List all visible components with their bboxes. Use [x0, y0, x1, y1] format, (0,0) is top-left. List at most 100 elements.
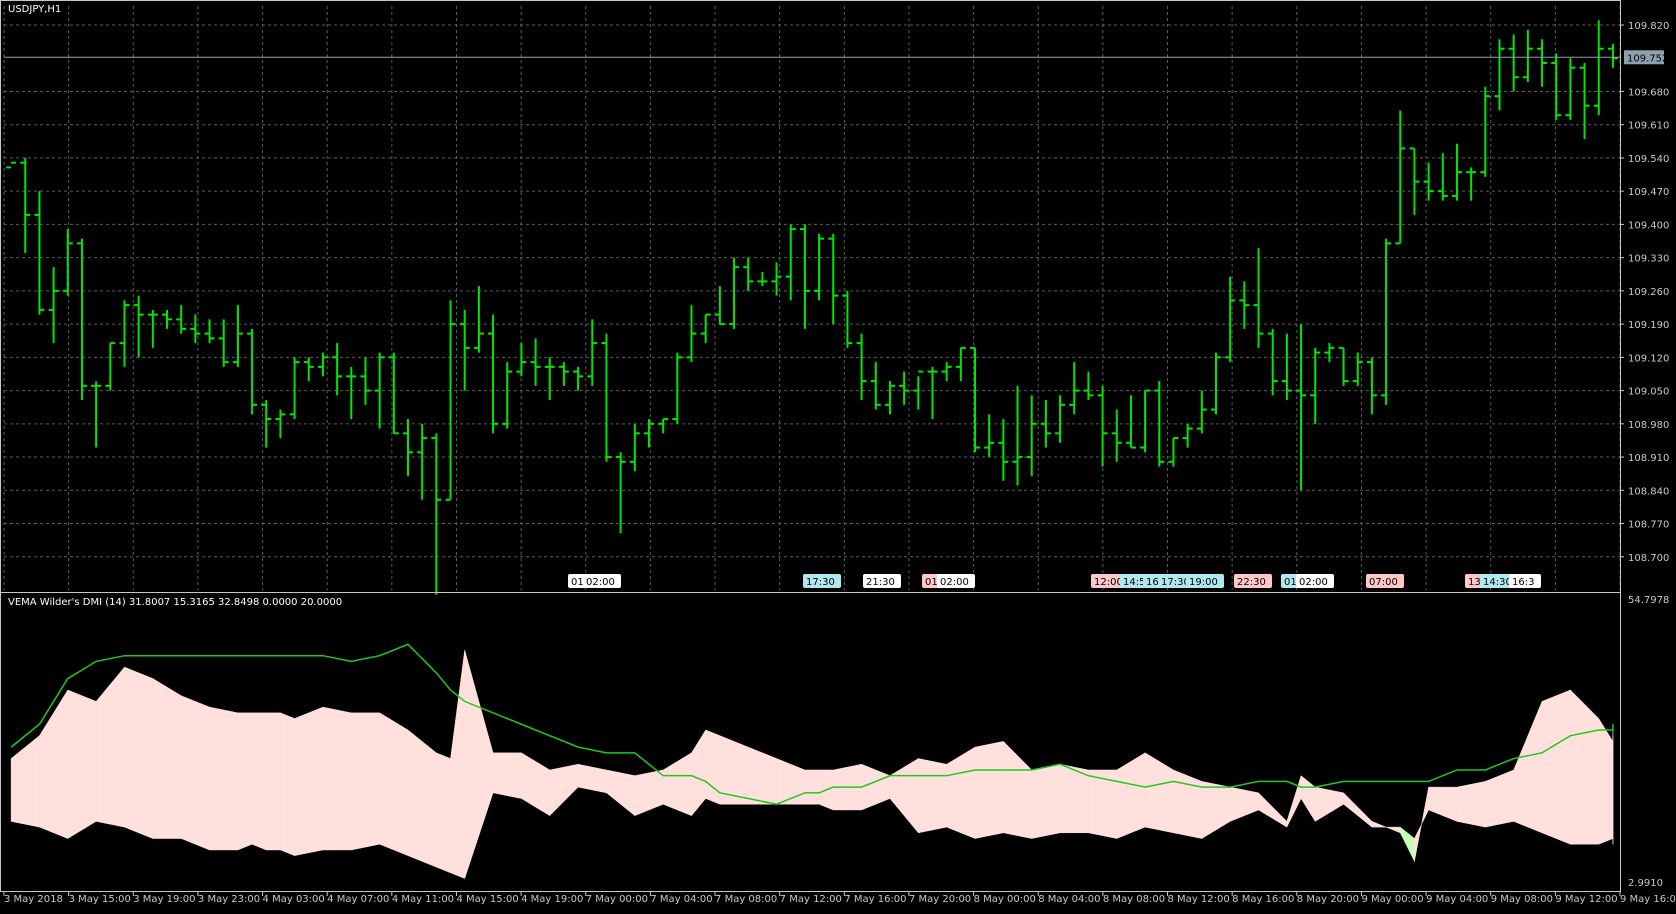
di-band [209, 706, 239, 851]
price-tick-label: 109.680 [1628, 87, 1669, 98]
time-tick-label: 8 May 16:00 [1232, 894, 1294, 905]
time-tick-label: 4 May 07:00 [327, 894, 389, 905]
di-band [294, 706, 324, 856]
marker-label: 14:30 [1483, 577, 1512, 588]
marker-label: 02:00 [1299, 577, 1328, 588]
time-tick-label: 9 May 08:00 [1491, 894, 1553, 905]
time-tick-label: 7 May 16:00 [844, 894, 906, 905]
marker-label: 22:30 [1237, 577, 1266, 588]
time-axis[interactable]: 3 May 2018 3 May 15:00 3 May 19:00 3 May 23… [3, 891, 1676, 905]
event-marker: 02:00 [583, 574, 621, 588]
di-band [1456, 781, 1486, 828]
time-tick-label: 7 May 00:00 [586, 894, 648, 905]
time-tick-label: 8 May 08:00 [1103, 894, 1165, 905]
symbol-label: USDJPY,H1 [8, 4, 62, 15]
time-tick-label: 9 May 00:00 [1361, 894, 1423, 905]
time-tick-label: 9 May 12:00 [1555, 894, 1617, 905]
time-tick-label: 4 May 15:00 [456, 894, 518, 905]
marker-label: 01 [925, 577, 938, 588]
chart-canvas[interactable]: 109.820 109.680 109.610 109.540 109.470 109.4… [0, 0, 1676, 910]
indicator-bottom-value: 2.9910 [1628, 878, 1663, 889]
time-tick-label: 4 May 11:00 [392, 894, 454, 905]
di-band [280, 712, 295, 857]
time-tick-label: 3 May 23:00 [198, 894, 260, 905]
event-marker: 22:30 [1234, 574, 1272, 588]
marker-label: 12:00 [1094, 577, 1123, 588]
price-tick-label: 108.910 [1628, 453, 1669, 464]
price-tick-label: 109.050 [1628, 387, 1669, 398]
marker-label: 19:00 [1189, 577, 1218, 588]
price-tick-label: 108.840 [1628, 486, 1669, 497]
time-tick-label: 3 May 15:00 [69, 894, 131, 905]
marker-label: 02:00 [586, 577, 615, 588]
di-band [1541, 689, 1571, 845]
di-band [974, 741, 1004, 839]
event-marker: 07:00 [1366, 574, 1404, 588]
marker-label: 16:3 [1512, 577, 1534, 588]
di-band [705, 729, 721, 805]
indicator-label: VEMA Wilder's DMI (14) 31.8007 15.3165 3… [8, 597, 343, 608]
di-band [180, 695, 210, 851]
time-tick-label: 3 May 19:00 [133, 894, 195, 905]
time-tick-label: 7 May 08:00 [715, 894, 777, 905]
price-tick-label: 109.330 [1628, 254, 1669, 265]
marker-label: 01 [571, 577, 584, 588]
di-band [407, 729, 437, 868]
di-band [804, 769, 820, 805]
di-band [237, 712, 253, 851]
marker-label: 07:00 [1369, 577, 1398, 588]
time-tick-label: 7 May 04:00 [650, 894, 712, 905]
price-tick-label: 109.260 [1628, 287, 1669, 298]
price-tick-label: 109.820 [1628, 21, 1669, 32]
di-band [1031, 763, 1061, 839]
price-tick-label: 109.120 [1628, 353, 1669, 364]
di-band [1173, 769, 1203, 839]
marker-label: 13 [1468, 577, 1481, 588]
di-band [265, 712, 281, 851]
current-price-value: 109.752 [1627, 53, 1668, 64]
time-tick-label: 9 May 16:00 [1620, 894, 1676, 905]
di-band [379, 712, 409, 857]
price-tick-label: 108.980 [1628, 420, 1669, 431]
time-tick-label: 8 May 12:00 [1168, 894, 1230, 905]
time-tick-label: 4 May 19:00 [521, 894, 583, 905]
time-tick-label: 3 May 2018 [4, 894, 63, 905]
event-marker: 21:30 [863, 574, 901, 588]
di-band [67, 689, 97, 839]
di-band [124, 666, 154, 839]
price-tick-label: 108.700 [1628, 553, 1669, 564]
time-tick-label: 4 May 03:00 [263, 894, 325, 905]
di-band [436, 752, 451, 874]
event-marker: 02:00 [1296, 574, 1334, 588]
event-marker: 16:3 [1509, 574, 1541, 588]
marker-label: 17:30 [806, 577, 835, 588]
di-band [492, 752, 522, 799]
time-tick-label: 8 May 00:00 [974, 894, 1036, 905]
event-marker: 17:30 [803, 574, 841, 588]
time-tick-label: 8 May 20:00 [1297, 894, 1359, 905]
current-price-tag: 109.752 [1624, 50, 1668, 65]
di-band [152, 678, 182, 839]
time-tick-label: 8 May 04:00 [1038, 894, 1100, 905]
chart-window[interactable]: 109.820 109.680 109.610 109.540 109.470 109.4… [0, 0, 1676, 910]
price-tick-label: 109.190 [1628, 320, 1669, 331]
price-tick-label: 109.400 [1628, 220, 1669, 231]
marker-label: 17:30 [1161, 577, 1190, 588]
marker-label: 01 [1284, 577, 1297, 588]
time-tick-label: 7 May 20:00 [909, 894, 971, 905]
di-band [351, 712, 380, 851]
di-band [251, 712, 267, 851]
event-marker: 02:00 [937, 574, 975, 588]
event-marker: 19:00 [1186, 574, 1224, 588]
marker-label: 21:30 [866, 577, 895, 588]
price-tick-label: 109.540 [1628, 154, 1669, 165]
indicator-top-value: 54.7978 [1628, 595, 1669, 606]
di-band [322, 706, 352, 851]
price-tick-label: 109.610 [1628, 121, 1669, 132]
time-tick-label: 7 May 12:00 [780, 894, 842, 905]
marker-label: 02:00 [940, 577, 969, 588]
di-band [918, 758, 947, 834]
price-tick-label: 109.470 [1628, 187, 1669, 198]
time-tick-label: 9 May 04:00 [1426, 894, 1488, 905]
price-tick-label: 108.770 [1628, 520, 1669, 531]
